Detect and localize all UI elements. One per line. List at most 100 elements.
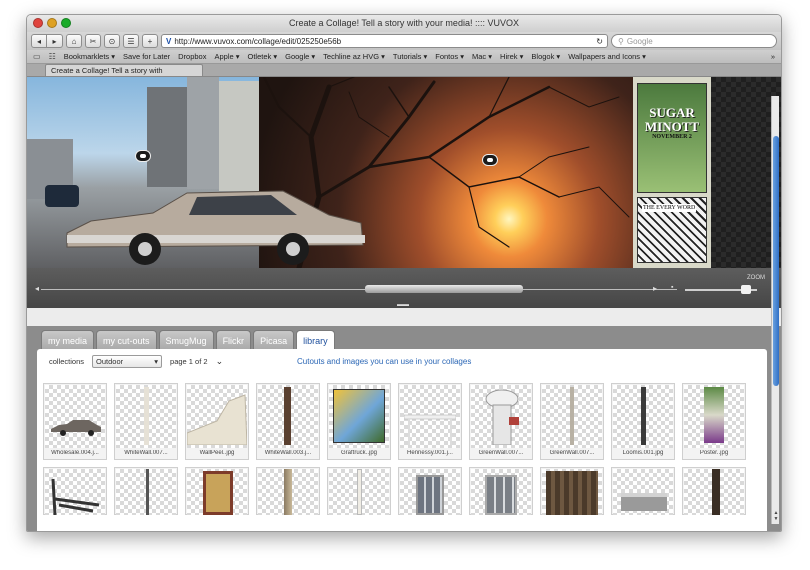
library-item[interactable] xyxy=(185,467,249,515)
collection-select-value: Outdoor xyxy=(96,357,124,366)
bookmark-item[interactable]: Fontos ▾ xyxy=(435,52,464,61)
add-bookmark-button[interactable]: + xyxy=(142,34,158,48)
bookmark-item[interactable]: Dropbox xyxy=(178,52,206,61)
collection-select[interactable]: Outdoor ▾ xyxy=(92,355,163,368)
bookmark-item[interactable]: Google ▾ xyxy=(285,52,315,61)
pole-icon xyxy=(357,469,362,515)
stop-button[interactable]: ⊙ xyxy=(104,34,120,48)
library-thumbnail xyxy=(613,385,673,448)
library-item[interactable] xyxy=(114,467,178,515)
tab-library[interactable]: library xyxy=(296,330,335,351)
bookmark-item[interactable]: Blogok ▾ xyxy=(531,52,560,61)
library-item[interactable]: Graftruck..jpg xyxy=(327,383,391,460)
bookmark-item[interactable]: Otletek ▾ xyxy=(248,52,278,61)
tab-my-cut-outs[interactable]: my cut-outs xyxy=(96,330,157,350)
poster-pole-photo[interactable]: SUGAR MINOTT NOVEMBER 2 THE EVERY WORD xyxy=(633,77,711,268)
page-scrollbar[interactable]: ▲ ▼ xyxy=(771,96,779,524)
library-item[interactable]: Hennessy.001.j... xyxy=(398,383,462,460)
library-item-name: GreenWall.007... xyxy=(478,450,524,456)
library-thumbnail xyxy=(400,385,460,448)
panel-resize-handle[interactable]: ▬▬ xyxy=(397,302,409,308)
library-thumbnail xyxy=(542,469,602,515)
scroll-left-icon[interactable]: ◂ xyxy=(35,284,39,293)
post-icon xyxy=(712,469,720,515)
scrub-track[interactable] xyxy=(41,289,677,290)
library-item[interactable]: WallPeel..jpg xyxy=(185,383,249,460)
tab-picasa[interactable]: Picasa xyxy=(253,330,295,350)
search-field[interactable]: ⚲ Google xyxy=(611,34,777,48)
bookmark-item[interactable]: Apple ▾ xyxy=(214,52,239,61)
collage-canvas[interactable]: SUGAR MINOTT NOVEMBER 2 THE EVERY WORD xyxy=(27,77,781,268)
library-hint: Cutouts and images you can use in your c… xyxy=(297,357,472,366)
bookmark-item[interactable]: Wallpapers and Icons ▾ xyxy=(568,52,646,61)
library-item[interactable]: Poster..jpg xyxy=(682,383,746,460)
graffiti-icon xyxy=(333,389,385,443)
library-item[interactable]: Wholesale.004.j... xyxy=(43,383,107,460)
browser-toolbar: ◂ ▸ ⌂ ✂ ⊙ ☰ + V http://www.vuvox.com/col… xyxy=(27,32,781,50)
page-scrollbar-thumb[interactable] xyxy=(773,136,779,386)
fence-icon xyxy=(404,414,456,445)
window-icon xyxy=(485,475,517,515)
library-item[interactable] xyxy=(682,467,746,515)
search-icon: ⚲ xyxy=(618,36,624,46)
scroll-right-icon[interactable]: ▸ xyxy=(653,284,657,293)
rss-button[interactable]: ☰ xyxy=(123,34,139,48)
library-thumbnail xyxy=(684,469,744,515)
close-window-button[interactable] xyxy=(33,18,43,28)
car-cutout-icon[interactable] xyxy=(61,185,367,267)
library-controls: collections Outdoor ▾ page 1 of 2 ⌄ xyxy=(49,355,223,368)
library-thumbnail xyxy=(45,469,105,515)
library-item[interactable]: GreenWall.007... xyxy=(540,383,604,460)
minimize-window-button[interactable] xyxy=(47,18,57,28)
library-item[interactable] xyxy=(469,467,533,515)
library-item[interactable] xyxy=(327,467,391,515)
library-item-name: Wholesale.004.j... xyxy=(51,450,99,456)
library-thumbnail xyxy=(400,469,460,515)
library-item[interactable] xyxy=(611,467,675,515)
bookmarks-grid-icon[interactable]: ☷ xyxy=(49,52,56,61)
bookmark-item[interactable]: Mac ▾ xyxy=(472,52,492,61)
wall-icon xyxy=(187,394,247,445)
bookmark-item[interactable]: Tutorials ▾ xyxy=(393,52,427,61)
bookmark-item[interactable]: Techline az HVG ▾ xyxy=(323,52,385,61)
zoom-label: ZOOM xyxy=(747,275,765,281)
bookmark-item[interactable]: Save for Later xyxy=(123,52,170,61)
next-page-icon[interactable]: ⌄ xyxy=(216,356,224,367)
bookmarks-overflow-icon[interactable]: » xyxy=(771,52,775,61)
bookmark-item[interactable]: Hirek ▾ xyxy=(500,52,523,61)
hotspot-marker-icon[interactable] xyxy=(482,154,498,166)
tab-flickr[interactable]: Flickr xyxy=(215,330,252,350)
hotspot-marker-icon[interactable] xyxy=(135,150,151,162)
pole-icon xyxy=(570,387,574,445)
poster-top: SUGAR MINOTT NOVEMBER 2 xyxy=(637,83,707,193)
browser-tab[interactable]: Create a Collage! Tell a story with xyxy=(45,64,203,76)
library-item[interactable] xyxy=(540,467,604,515)
library-item[interactable]: Loomis.001.jpg xyxy=(611,383,675,460)
tab-my-media[interactable]: my media xyxy=(41,330,95,350)
address-bar[interactable]: V http://www.vuvox.com/collage/edit/0252… xyxy=(161,34,608,48)
zoom-out-icon[interactable]: ▪ xyxy=(671,284,673,291)
reload-icon[interactable]: ↻ xyxy=(596,37,603,46)
scroll-arrows-icon[interactable]: ▲ ▼ xyxy=(772,510,780,522)
library-item[interactable]: WhiteWall.007... xyxy=(114,383,178,460)
library-item[interactable] xyxy=(43,467,107,515)
zoom-window-button[interactable] xyxy=(61,18,71,28)
poster-icon xyxy=(704,387,724,443)
crop-button[interactable]: ✂ xyxy=(85,34,101,48)
timeline-scrubber: ◂ ▸ ▪ ZOOM ▬▬ xyxy=(27,268,781,308)
library-item[interactable] xyxy=(398,467,462,515)
reading-list-icon[interactable]: ▭ xyxy=(33,52,41,61)
library-item-name: WhiteWall.007... xyxy=(124,450,168,456)
back-button[interactable]: ◂ xyxy=(31,34,47,48)
library-item[interactable]: WhiteWall.003.j... xyxy=(256,383,320,460)
bookmark-item[interactable]: Bookmarklets ▾ xyxy=(64,52,115,61)
tab-smugmug[interactable]: SmugMug xyxy=(158,330,214,350)
library-item[interactable]: GreenWall.007... xyxy=(469,383,533,460)
scrub-thumb[interactable] xyxy=(365,285,523,293)
media-tabs: my media my cut-outs SmugMug Flickr Pica… xyxy=(27,326,781,351)
zoom-slider-knob[interactable] xyxy=(741,285,751,294)
home-button[interactable]: ⌂ xyxy=(66,34,82,48)
forward-button[interactable]: ▸ xyxy=(47,34,63,48)
library-item[interactable] xyxy=(256,467,320,515)
post-icon xyxy=(641,387,646,445)
